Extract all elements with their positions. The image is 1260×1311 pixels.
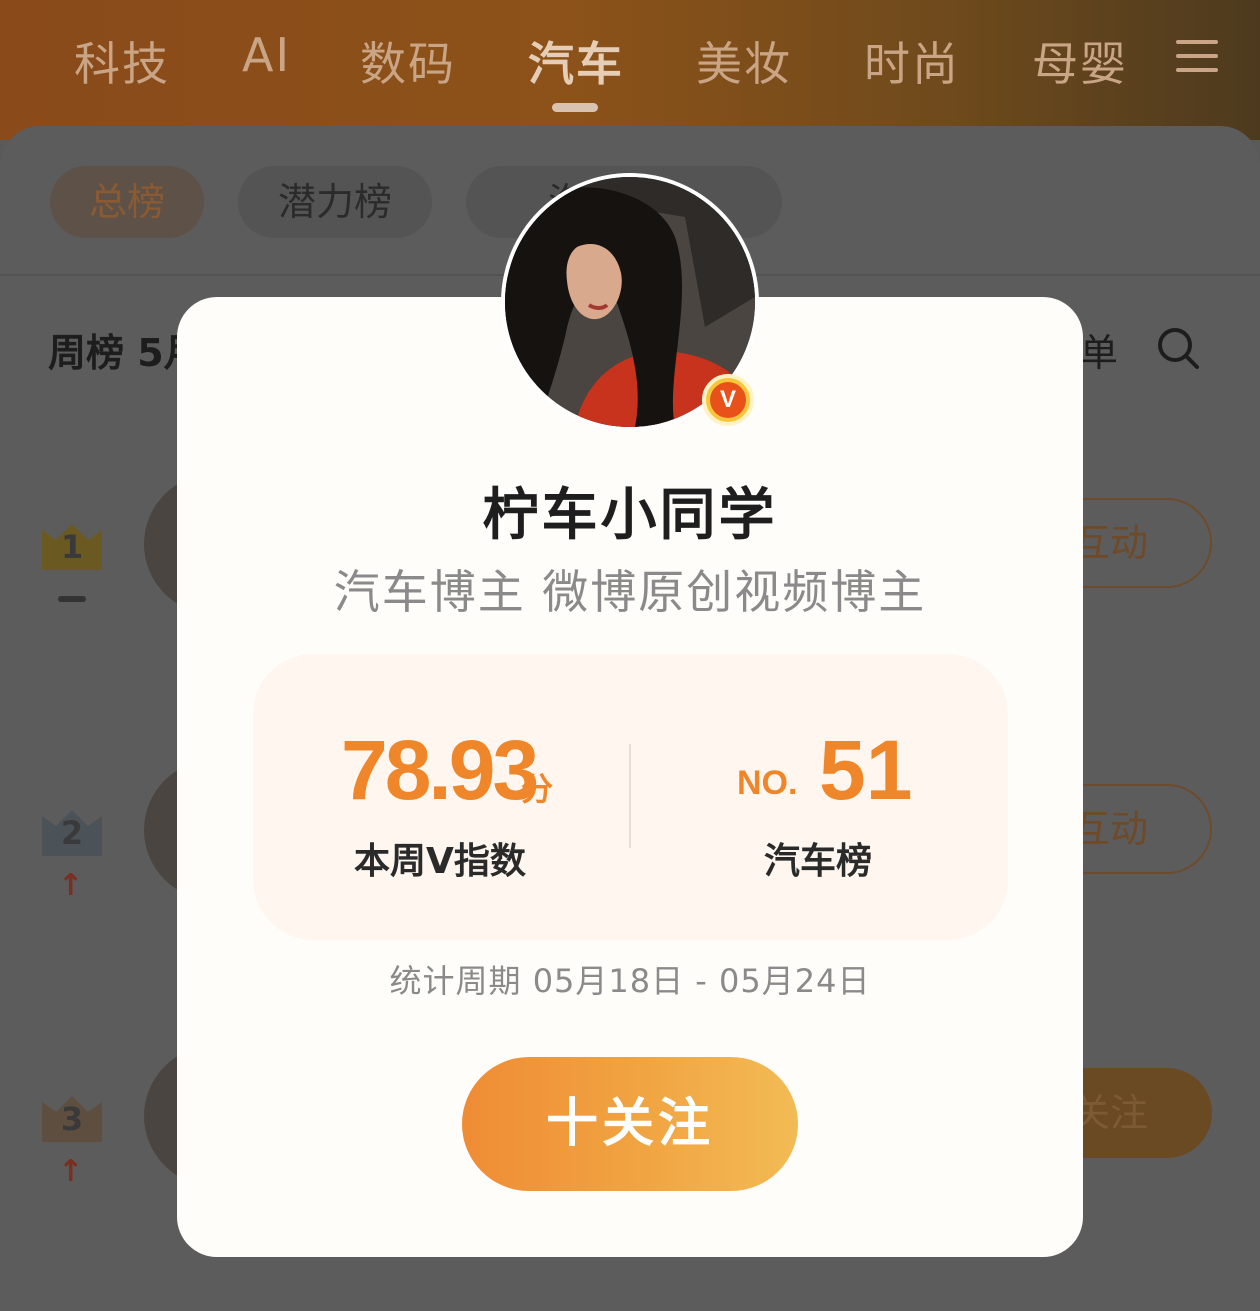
rank-up-arrow-icon: ↑ (58, 1154, 84, 1189)
tab-digital[interactable]: 数码 (360, 28, 456, 94)
stats-divider (629, 744, 631, 848)
rank-crown-bronze: 3 (40, 1092, 104, 1144)
chip-potential[interactable]: 潜力榜 (238, 166, 432, 238)
tab-fashion[interactable]: 时尚 (864, 28, 960, 94)
rank-number: 2 (60, 814, 84, 852)
tab-tech[interactable]: 科技 (74, 28, 170, 94)
statistics-period: 统计周期 05月18日 - 05月24日 (389, 962, 871, 1000)
rank-number: 3 (60, 1100, 84, 1138)
rank-board-label: 汽车榜 (764, 841, 873, 882)
rank-up-arrow-icon: ↑ (58, 868, 84, 903)
rank-prefix: NO. (737, 764, 798, 802)
menu-icon[interactable] (1176, 38, 1218, 74)
list-header-right-text[interactable]: 单 (1080, 322, 1118, 377)
rank-value: 51 (819, 723, 913, 817)
chip-overall[interactable]: 总榜 (50, 166, 204, 238)
tab-maternity[interactable]: 母婴 (1032, 28, 1128, 94)
button-label: 关注 (1072, 1091, 1149, 1135)
follow-button[interactable]: 十关注 (462, 1057, 798, 1191)
v-index-unit: 分 (521, 770, 554, 808)
user-description: 汽车博主 微博原创视频博主 (333, 565, 927, 619)
verified-v-icon: V (710, 382, 746, 418)
verified-badge: V (702, 374, 754, 426)
v-index-label: 本周V指数 (354, 841, 526, 882)
search-icon[interactable] (1156, 326, 1200, 370)
user-name: 柠车小同学 (482, 483, 778, 548)
v-index-score: 78.93 (341, 723, 539, 817)
tab-auto[interactable]: 汽车 (528, 28, 624, 94)
top-category-tabs: 科技 AI 数码 汽车 美妆 时尚 母婴 (0, 0, 1260, 140)
tab-ai[interactable]: AI (242, 28, 291, 82)
rank-crown-silver: 2 (40, 806, 104, 858)
active-tab-indicator (552, 103, 598, 112)
tab-beauty[interactable]: 美妆 (696, 28, 792, 94)
button-label: 互动 (1072, 807, 1149, 851)
